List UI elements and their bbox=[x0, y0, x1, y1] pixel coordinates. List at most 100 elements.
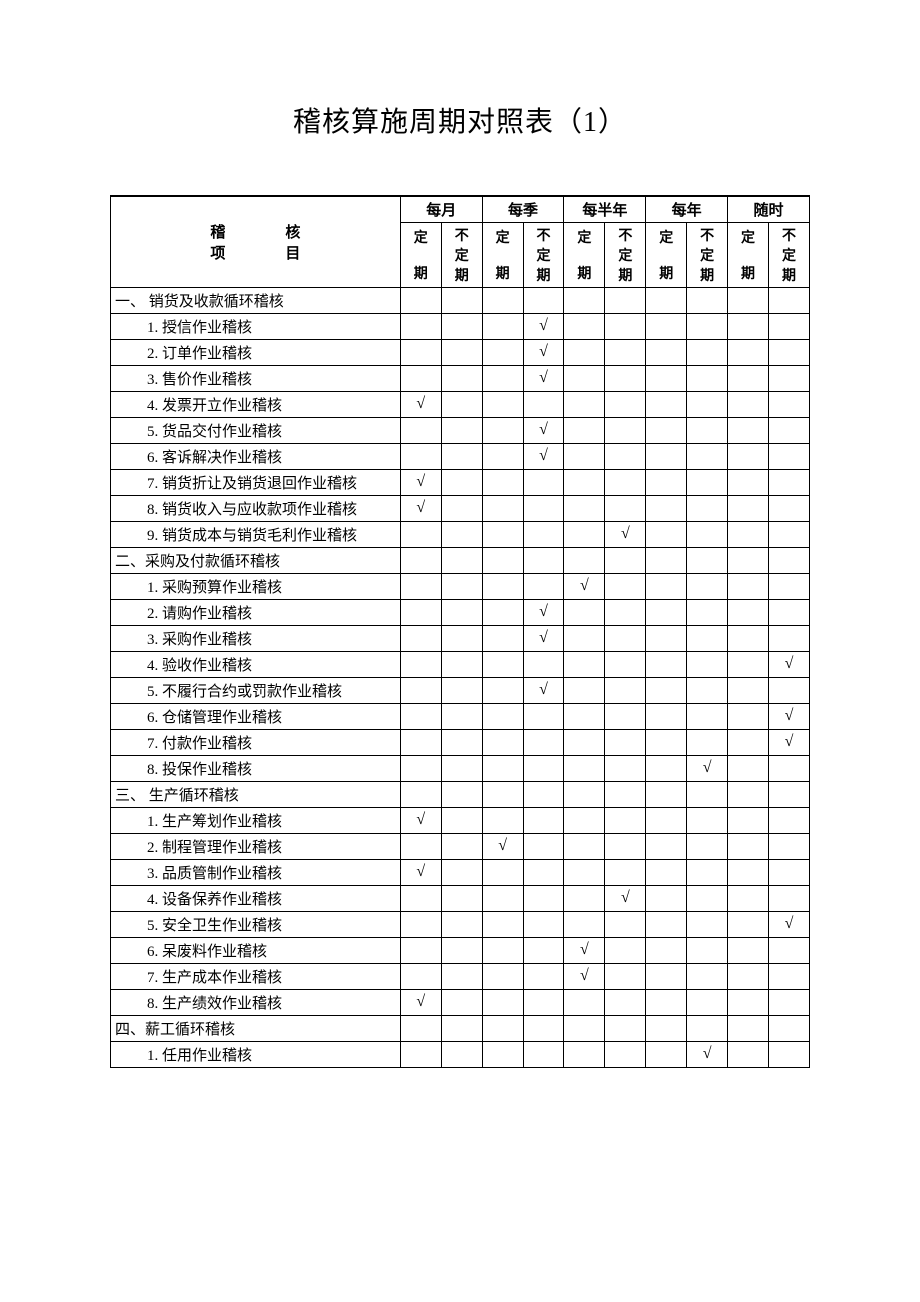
check-cell bbox=[728, 963, 769, 989]
check-cell bbox=[687, 573, 728, 599]
item-label: 6. 呆废料作业稽核 bbox=[111, 937, 401, 963]
check-cell bbox=[400, 885, 441, 911]
check-icon: √ bbox=[416, 499, 425, 516]
check-cell bbox=[728, 859, 769, 885]
check-cell bbox=[564, 599, 605, 625]
check-cell: √ bbox=[564, 963, 605, 989]
check-cell bbox=[564, 885, 605, 911]
check-cell bbox=[646, 1041, 687, 1067]
check-cell bbox=[482, 417, 523, 443]
header-item-line2: 项 目 bbox=[210, 242, 300, 263]
check-cell bbox=[687, 365, 728, 391]
check-icon: √ bbox=[539, 447, 548, 464]
check-cell bbox=[687, 833, 728, 859]
check-cell bbox=[482, 599, 523, 625]
check-cell bbox=[482, 365, 523, 391]
check-cell bbox=[400, 911, 441, 937]
check-cell bbox=[646, 911, 687, 937]
check-cell bbox=[728, 911, 769, 937]
check-cell bbox=[687, 469, 728, 495]
check-cell bbox=[523, 963, 564, 989]
check-cell bbox=[605, 677, 646, 703]
check-cell bbox=[605, 911, 646, 937]
header-monthly: 每月 bbox=[400, 196, 482, 222]
check-cell bbox=[523, 911, 564, 937]
check-cell bbox=[564, 469, 605, 495]
check-cell bbox=[441, 651, 482, 677]
audit-table: 稽 核 项 目 每月 每季 每半年 每年 随时 定期 不定期 定期 不定期 定期… bbox=[110, 195, 810, 1068]
check-cell bbox=[564, 677, 605, 703]
check-cell bbox=[605, 625, 646, 651]
sub-fixed: 定期 bbox=[564, 222, 605, 287]
check-cell bbox=[728, 937, 769, 963]
check-cell bbox=[769, 677, 810, 703]
check-cell bbox=[769, 313, 810, 339]
sub-unfixed: 不定期 bbox=[687, 222, 728, 287]
check-cell: √ bbox=[523, 417, 564, 443]
check-cell bbox=[441, 755, 482, 781]
table-row: 4. 发票开立作业稽核√ bbox=[111, 391, 810, 417]
table-row: 1. 采购预算作业稽核√ bbox=[111, 573, 810, 599]
check-cell bbox=[400, 1041, 441, 1067]
sub-fixed: 定期 bbox=[482, 222, 523, 287]
sub-fixed: 定期 bbox=[728, 222, 769, 287]
check-cell bbox=[646, 885, 687, 911]
table-row: 4. 验收作业稽核√ bbox=[111, 651, 810, 677]
check-cell bbox=[400, 417, 441, 443]
check-cell: √ bbox=[769, 729, 810, 755]
check-cell bbox=[646, 963, 687, 989]
check-cell bbox=[564, 365, 605, 391]
check-cell bbox=[687, 443, 728, 469]
check-cell bbox=[482, 651, 523, 677]
check-cell bbox=[646, 937, 687, 963]
check-cell bbox=[769, 937, 810, 963]
check-cell bbox=[564, 339, 605, 365]
check-cell bbox=[605, 443, 646, 469]
check-cell bbox=[564, 833, 605, 859]
table-body: 一、 销货及收款循环稽核1. 授信作业稽核√2. 订单作业稽核√3. 售价作业稽… bbox=[111, 287, 810, 1067]
check-cell bbox=[769, 1041, 810, 1067]
check-cell bbox=[482, 1015, 523, 1041]
check-cell bbox=[646, 495, 687, 521]
check-cell bbox=[646, 469, 687, 495]
check-icon: √ bbox=[539, 603, 548, 620]
table-header: 稽 核 项 目 每月 每季 每半年 每年 随时 定期 不定期 定期 不定期 定期… bbox=[111, 196, 810, 287]
table-row: 7. 生产成本作业稽核√ bbox=[111, 963, 810, 989]
table-row: 7. 销货折让及销货退回作业稽核√ bbox=[111, 469, 810, 495]
check-cell bbox=[605, 469, 646, 495]
check-cell bbox=[687, 729, 728, 755]
check-cell bbox=[482, 703, 523, 729]
item-label: 7. 销货折让及销货退回作业稽核 bbox=[111, 469, 401, 495]
table-row: 7. 付款作业稽核√ bbox=[111, 729, 810, 755]
check-cell bbox=[605, 989, 646, 1015]
check-cell bbox=[687, 599, 728, 625]
table-row: 6. 呆废料作业稽核 √ bbox=[111, 937, 810, 963]
check-cell bbox=[605, 729, 646, 755]
check-cell bbox=[646, 573, 687, 599]
item-label: 1. 任用作业稽核 bbox=[111, 1041, 401, 1067]
check-cell bbox=[605, 573, 646, 599]
check-cell bbox=[646, 677, 687, 703]
check-cell: √ bbox=[564, 937, 605, 963]
check-cell bbox=[605, 313, 646, 339]
item-label: 四、薪工循环稽核 bbox=[111, 1015, 401, 1041]
check-cell bbox=[769, 391, 810, 417]
item-label: 1. 生产筹划作业稽核 bbox=[111, 807, 401, 833]
check-cell bbox=[523, 755, 564, 781]
check-cell bbox=[728, 547, 769, 573]
check-cell bbox=[646, 391, 687, 417]
check-cell bbox=[605, 807, 646, 833]
check-cell bbox=[441, 443, 482, 469]
check-icon: √ bbox=[580, 577, 589, 594]
item-label: 4. 验收作业稽核 bbox=[111, 651, 401, 677]
check-cell bbox=[769, 365, 810, 391]
check-cell bbox=[687, 807, 728, 833]
item-label: 三、 生产循环稽核 bbox=[111, 781, 401, 807]
check-cell bbox=[769, 963, 810, 989]
table-row: 3. 采购作业稽核√ bbox=[111, 625, 810, 651]
check-cell bbox=[400, 1015, 441, 1041]
check-cell bbox=[400, 287, 441, 313]
table-row: 2. 订单作业稽核√ bbox=[111, 339, 810, 365]
check-cell: √ bbox=[687, 755, 728, 781]
check-cell bbox=[400, 755, 441, 781]
